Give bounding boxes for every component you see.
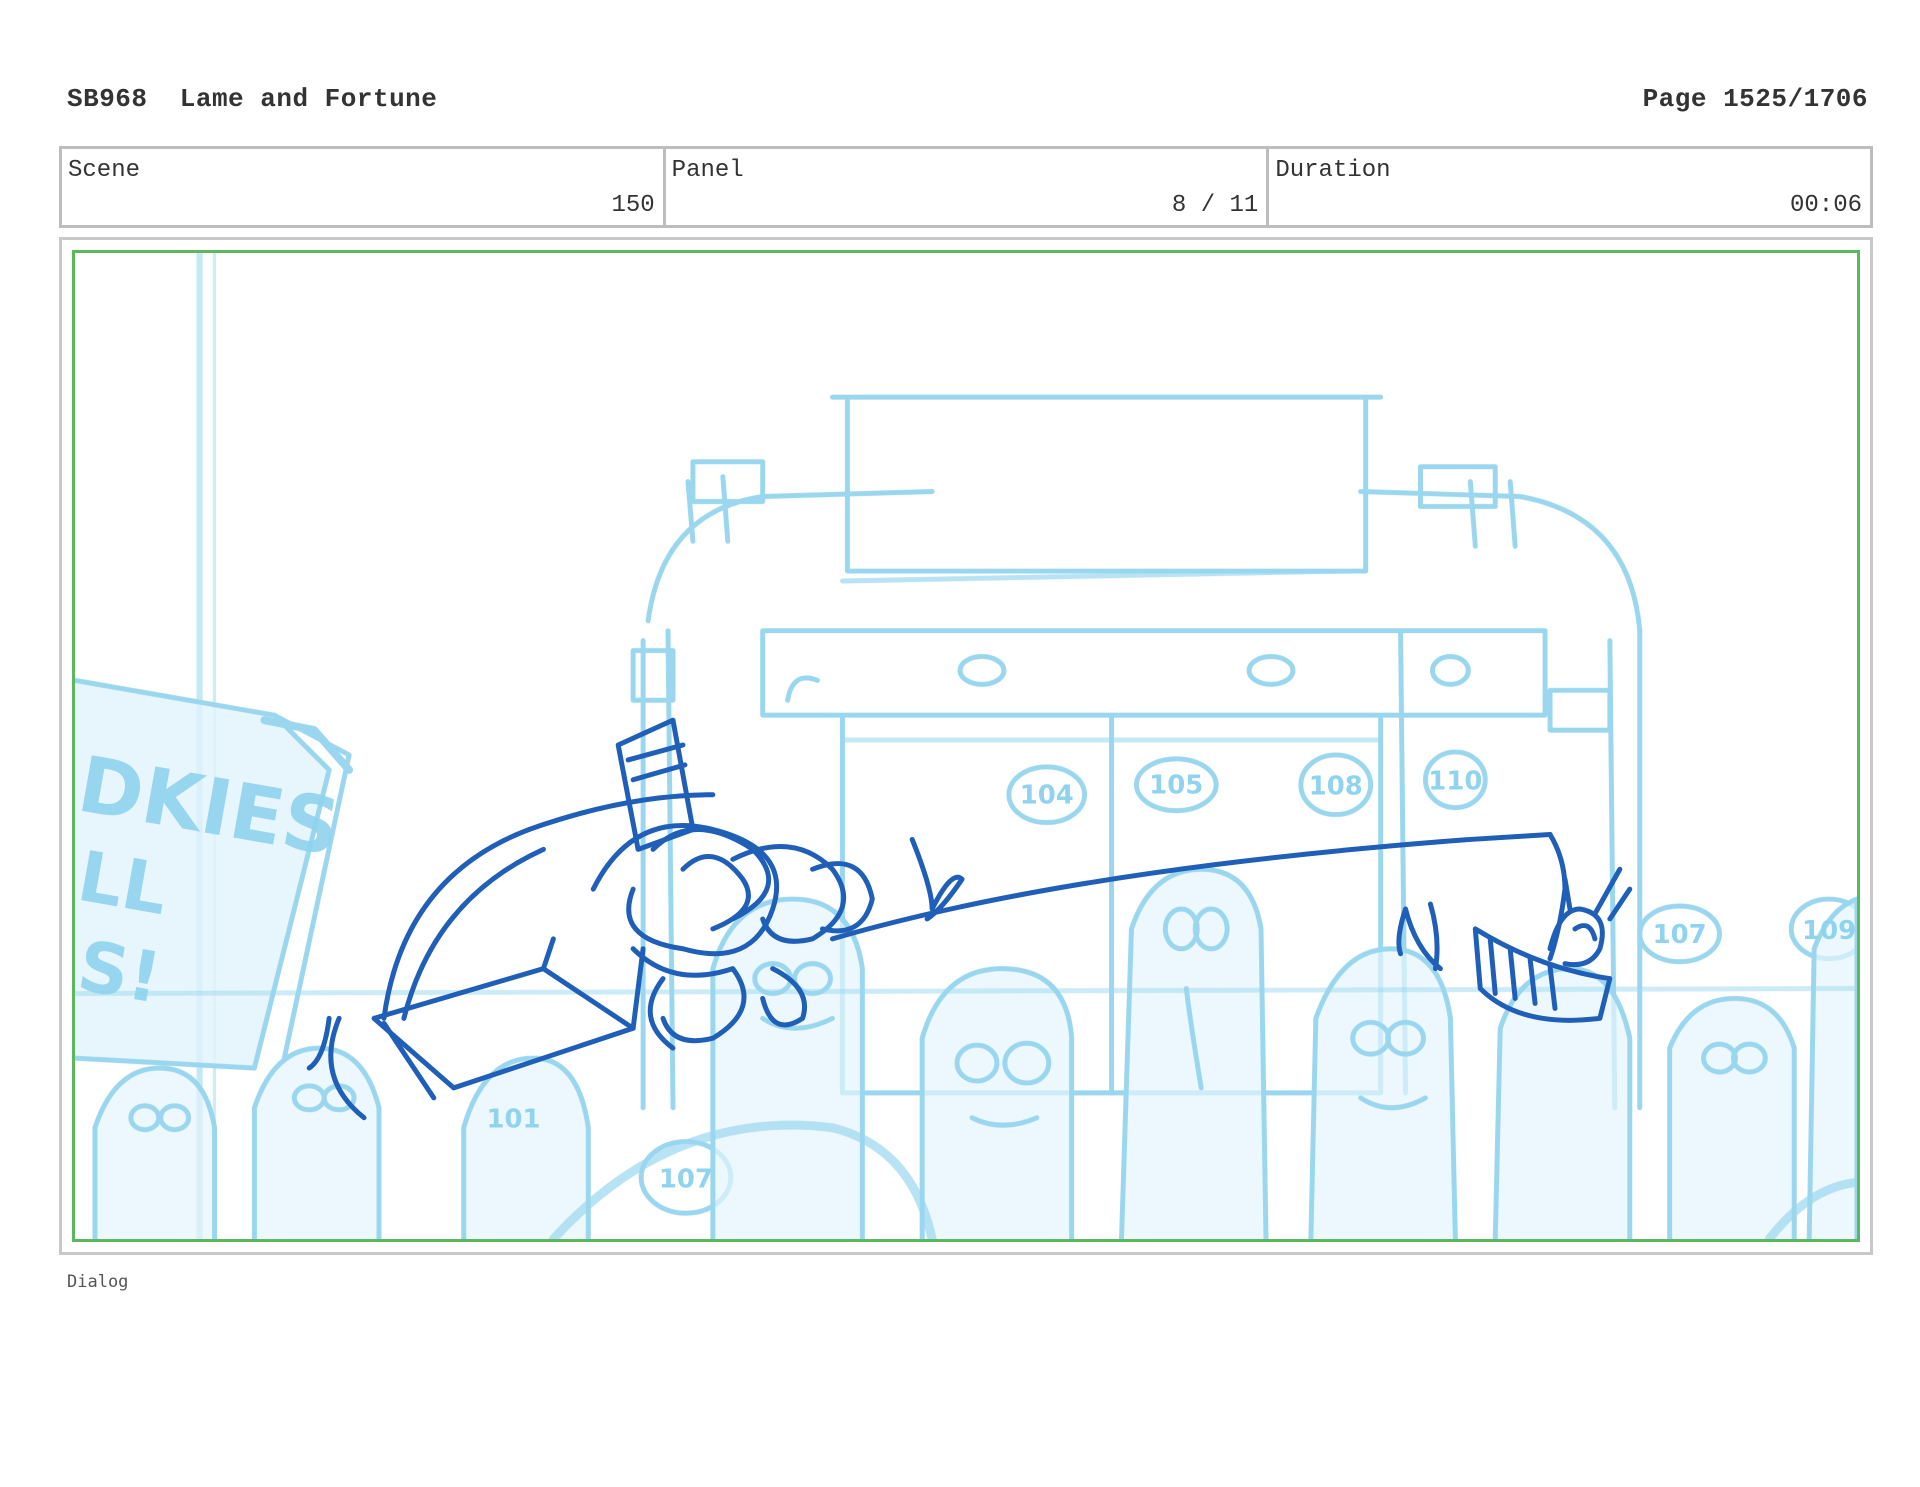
badge-number: 105	[1149, 771, 1203, 801]
panel-label: Panel	[671, 157, 744, 184]
badge-number: 104	[1020, 781, 1074, 811]
duration-label: Duration	[1275, 157, 1391, 184]
storyboard-sketch: DKIES LL S! 104 105 108 110 107 107 109 …	[75, 253, 1857, 1239]
duration-cell: Duration 00:06	[1269, 149, 1870, 225]
badge-number: 101	[486, 1105, 540, 1135]
storyboard-title: SB968 Lame and Fortune	[67, 84, 437, 114]
badge-number: 108	[1309, 772, 1363, 802]
sign-letters-3: S!	[75, 926, 167, 1020]
badge-number: 109	[1802, 916, 1856, 946]
scene-value: 150	[611, 192, 655, 219]
storyboard-drawing-area: DKIES LL S! 104 105 108 110 107 107 109 …	[72, 250, 1860, 1242]
panel-cell: Panel 8 / 11	[666, 149, 1270, 225]
sign-letters-2: LL	[75, 836, 174, 931]
scene-cell: Scene 150	[62, 149, 666, 225]
dialog-label: Dialog	[67, 1272, 129, 1292]
badge-number: 107	[1653, 920, 1707, 950]
episode-title: Lame and Fortune	[179, 84, 438, 114]
page-number: Page 1525/1706	[1642, 84, 1868, 114]
storyboard-panel-frame: DKIES LL S! 104 105 108 110 107 107 109 …	[59, 237, 1873, 1255]
episode-code: SB968	[67, 84, 148, 114]
duration-value: 00:06	[1790, 192, 1863, 219]
badge-number: 110	[1428, 767, 1482, 797]
panel-value: 8 / 11	[1171, 192, 1259, 219]
badge-number: 107	[659, 1164, 713, 1194]
scene-label: Scene	[68, 157, 141, 184]
panel-info-table: Scene 150 Panel 8 / 11 Duration 00:06	[59, 146, 1873, 228]
